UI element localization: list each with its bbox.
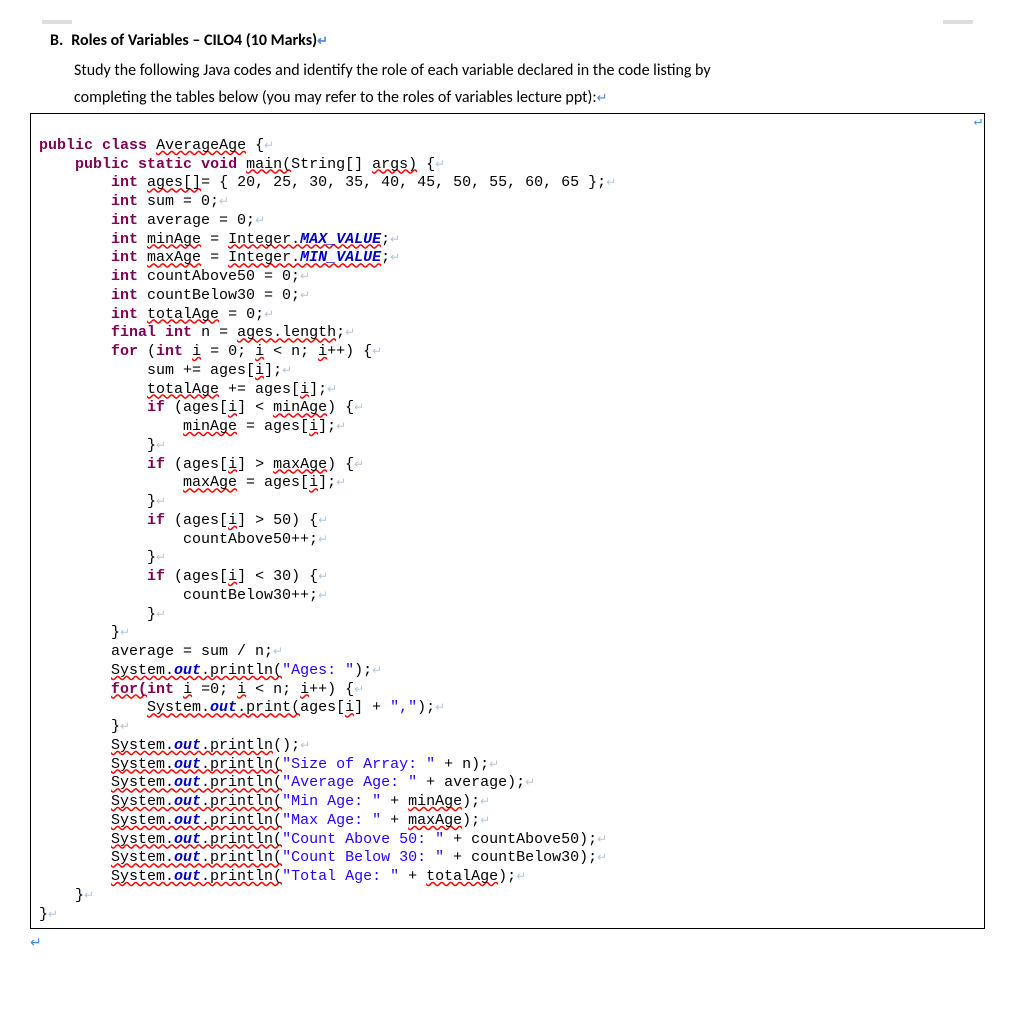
section-letter: B. bbox=[50, 31, 63, 50]
trailing-newline-icon: ↵ bbox=[30, 933, 985, 953]
intro-line-1: Study the following Java codes and ident… bbox=[74, 60, 985, 82]
intro-line-2: completing the tables below (you may ref… bbox=[74, 87, 985, 109]
corner-newline-icon: ↵ bbox=[974, 114, 982, 132]
section-heading: B.Roles of Variables – CILO4 (10 Marks)↵ bbox=[50, 30, 985, 52]
page-top-markers bbox=[42, 20, 973, 24]
code-listing: ↵public class AverageAge {↵ public stati… bbox=[30, 113, 985, 929]
section-title: Roles of Variables – CILO4 (10 Marks) bbox=[71, 31, 317, 50]
